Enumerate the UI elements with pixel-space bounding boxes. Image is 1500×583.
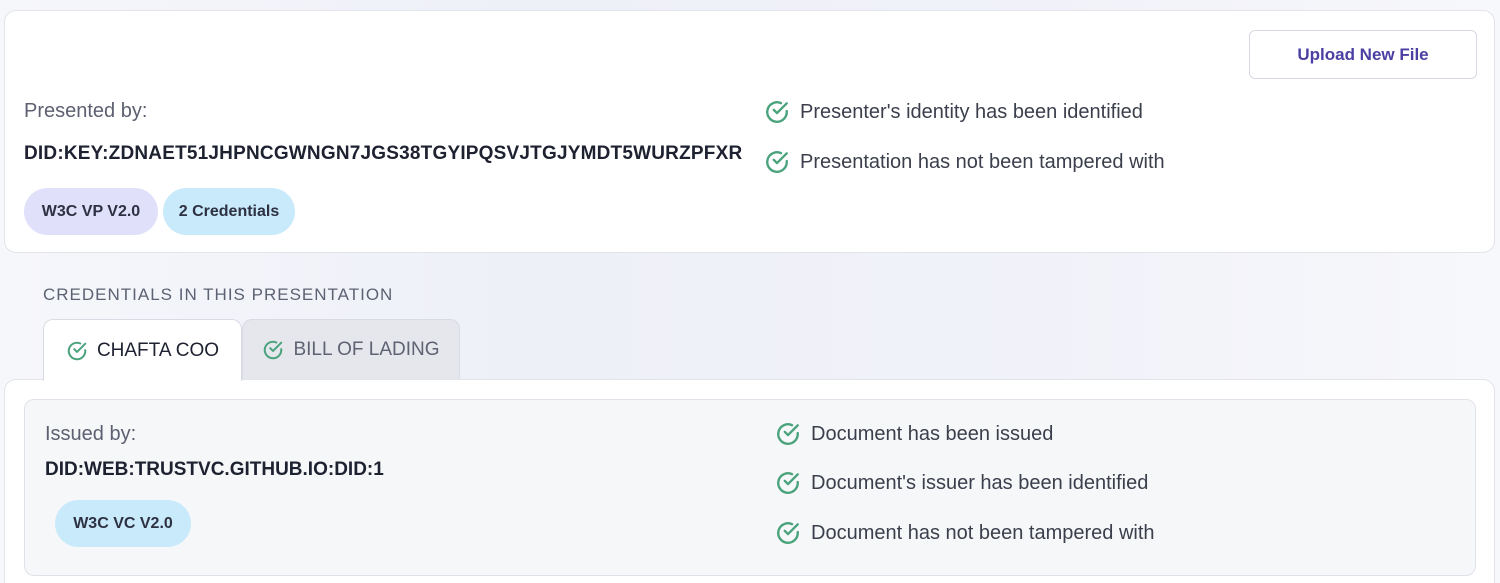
document-integrity-check: Document has not been tampered with [775,520,1155,546]
check-circle-icon [777,472,799,494]
issuer-identified-check: Document's issuer has been identified [775,470,1148,496]
issuer-did: DID:WEB:TRUSTVC.GITHUB.IO:DID:1 [45,459,384,480]
tab-chafta-coo[interactable]: CHAFTA COO [43,319,242,381]
upload-new-file-button[interactable]: Upload New File [1249,30,1477,79]
tab-label: CHAFTA COO [96,339,220,361]
presentation-integrity-check: Presentation has not been tampered with [764,149,1165,175]
check-circle-icon [67,341,87,360]
check-text: Presenter's identity has been identified [800,100,1143,123]
tab-label: BILL OF LADING [293,339,440,360]
credentials-section-heading: CREDENTIALS IN THIS PRESENTATION [43,285,394,304]
presented-by-label: Presented by: [24,100,148,122]
issued-by-label: Issued by: [45,423,137,445]
check-circle-icon [264,340,283,360]
check-text: Document's issuer has been identified [811,471,1149,494]
check-text: Document has not been tampered with [811,521,1155,544]
tab-bill-of-lading[interactable]: BILL OF LADING [242,319,460,380]
presenter-did: DID:KEY:ZDNAET51JHPNCGWNGN7JGS38TGYIPQSV… [24,143,743,164]
credential-details-panel: Issued by: DID:WEB:TRUSTVC.GITHUB.IO:DID… [24,399,1476,576]
check-circle-icon [777,522,799,544]
vc-version-badge: W3C VC V2.0 [55,500,191,547]
check-circle-icon [766,101,788,123]
check-text: Document has been issued [811,422,1054,445]
check-circle-icon [766,151,788,173]
presentation-card: Upload New File Presented by: DID:KEY:ZD… [4,10,1495,253]
check-circle-icon [777,423,799,445]
credentials-count-badge: 2 Credentials [163,188,295,235]
presenter-identity-check: Presenter's identity has been identified [764,99,1143,125]
vp-version-badge: W3C VP V2.0 [24,188,158,235]
document-issued-check: Document has been issued [775,421,1053,447]
credential-card: Issued by: DID:WEB:TRUSTVC.GITHUB.IO:DID… [4,379,1495,583]
check-text: Presentation has not been tampered with [800,150,1165,173]
